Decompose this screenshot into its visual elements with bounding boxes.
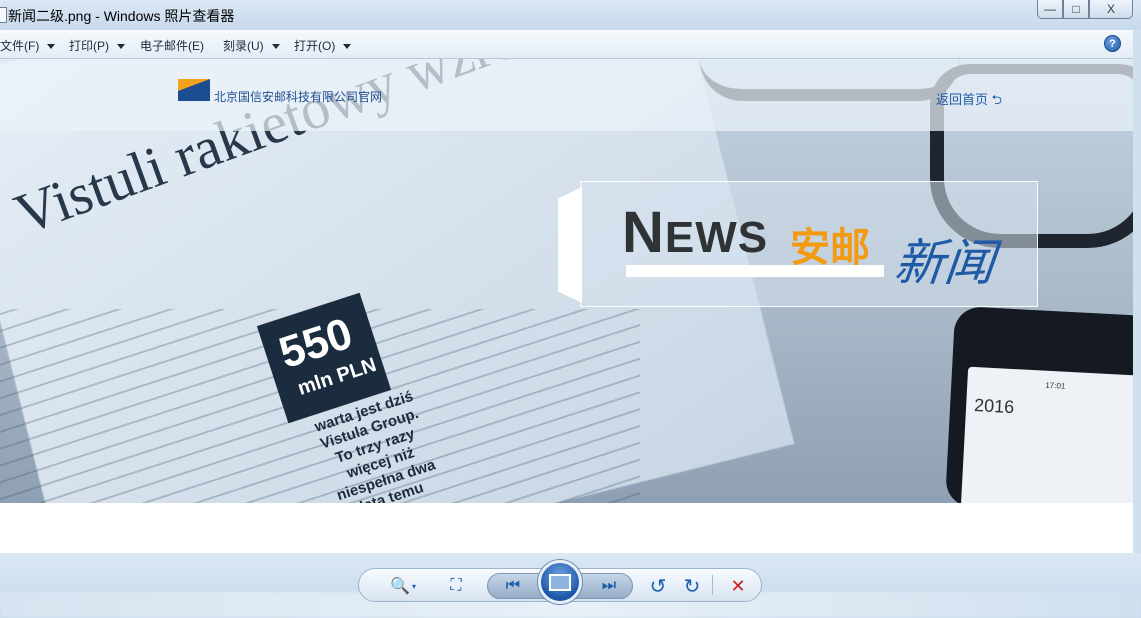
menu-burn-label: 刻录(U) xyxy=(223,39,264,53)
window-title: 新闻二级.png - Windows 照片查看器 xyxy=(8,8,235,24)
phone-graphic: 17:01 2016 xyxy=(944,305,1133,503)
phone-time: 17:01 xyxy=(1045,380,1066,391)
news-title: NEWS xyxy=(622,199,768,266)
chevron-down-icon xyxy=(271,44,280,50)
menu-file-label: 文件(F) xyxy=(0,39,40,53)
delete-icon: ✕ xyxy=(730,575,746,596)
menu-burn[interactable]: 刻录(U) xyxy=(223,37,280,54)
home-link: 返回首页 ⮌ xyxy=(936,89,1002,113)
news-script-text: 新闻 xyxy=(891,234,998,292)
toolbar-separator xyxy=(712,575,713,595)
title-bar: 新闻二级.png - Windows 照片查看器 — □ X xyxy=(0,0,1141,30)
previous-button[interactable]: ⏮ xyxy=(493,569,533,603)
slideshow-icon xyxy=(549,573,571,591)
slideshow-button[interactable] xyxy=(538,560,582,604)
rotate-ccw-button[interactable]: ↺ xyxy=(643,569,673,603)
displayed-image: Vistuli rakietowy wzrost 550 mln PLN war… xyxy=(0,59,1133,503)
menu-open[interactable]: 打开(O) xyxy=(294,37,352,54)
news-underline xyxy=(626,265,884,277)
fit-window-button[interactable]: ⛶ xyxy=(439,569,473,603)
maximize-button[interactable]: □ xyxy=(1063,0,1089,19)
previous-icon: ⏮ xyxy=(505,577,521,594)
chevron-down-icon xyxy=(47,44,56,50)
menu-bar: 文件(F) 打印(P) 电子邮件(E) 刻录(U) 打开(O) ? xyxy=(0,30,1133,59)
menu-open-label: 打开(O) xyxy=(294,39,336,53)
return-icon: ⮌ xyxy=(991,92,1003,107)
rotate-cw-icon: ↻ xyxy=(683,575,701,598)
news-title-rest: EWS xyxy=(664,213,769,262)
next-button[interactable]: ⏭ xyxy=(589,569,629,603)
menu-print-label: 打印(P) xyxy=(69,39,109,53)
zoom-icon: 🔍 xyxy=(390,578,410,595)
photo-viewer-icon xyxy=(0,7,7,23)
menu-email-label: 电子邮件(E) xyxy=(140,39,204,53)
rotate-cw-button[interactable]: ↻ xyxy=(677,569,707,603)
image-viewport: Vistuli rakietowy wzrost 550 mln PLN war… xyxy=(0,59,1133,553)
minimize-button[interactable]: — xyxy=(1037,0,1063,19)
close-button[interactable]: X xyxy=(1089,0,1133,19)
next-icon: ⏭ xyxy=(601,577,617,594)
rotate-ccw-icon: ↺ xyxy=(649,575,667,598)
phone-screen: 17:01 2016 xyxy=(960,366,1133,503)
chevron-down-icon xyxy=(343,44,352,50)
home-link-label: 返回首页 xyxy=(936,92,989,107)
menu-file[interactable]: 文件(F) xyxy=(0,37,56,54)
delete-button[interactable]: ✕ xyxy=(723,569,753,603)
window-controls: — □ X xyxy=(1037,0,1133,19)
chevron-down-icon: ▾ xyxy=(411,581,416,591)
help-icon[interactable]: ? xyxy=(1104,35,1121,52)
company-logo-icon xyxy=(178,79,210,101)
news-title-first: N xyxy=(622,200,665,265)
menu-print[interactable]: 打印(P) xyxy=(69,37,125,54)
phone-year: 2016 xyxy=(973,395,1015,418)
chevron-down-icon xyxy=(117,44,125,50)
company-name: 北京国信安邮科技有限公司官网 xyxy=(214,90,383,104)
news-banner-accent xyxy=(558,187,582,303)
zoom-button[interactable]: 🔍 ▾ xyxy=(385,569,421,603)
fit-window-icon: ⛶ xyxy=(450,577,462,594)
menu-email[interactable]: 电子邮件(E) xyxy=(140,37,204,54)
